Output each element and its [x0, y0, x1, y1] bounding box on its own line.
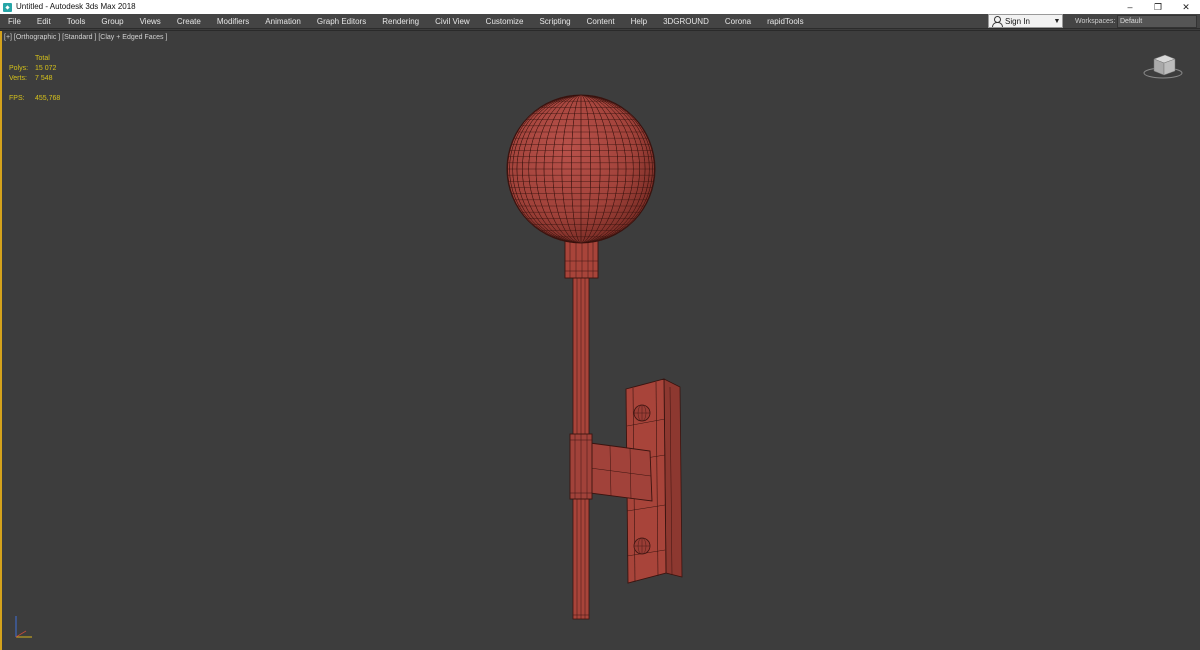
- minimize-button[interactable]: –: [1116, 0, 1144, 14]
- restore-button[interactable]: ❐: [1144, 0, 1172, 14]
- menu-item-rapidtools[interactable]: rapidTools: [759, 14, 811, 29]
- app-logo-icon: [3, 2, 12, 12]
- polys-label: Polys:: [9, 65, 29, 72]
- menu-item-file[interactable]: File: [0, 14, 29, 29]
- window-controls: – ❐ ✕: [1116, 0, 1200, 14]
- workspace-select[interactable]: Default: [1117, 15, 1197, 28]
- polys-value: 15 072: [35, 65, 57, 72]
- scene-statistics: Total Polys: 15 072 Verts: 7 548 FPS: 45…: [9, 54, 60, 104]
- lamp-globe: [506, 94, 656, 244]
- menu-item-create[interactable]: Create: [169, 14, 209, 29]
- wall-lamp-model[interactable]: [0, 31, 1200, 650]
- menu-item-views[interactable]: Views: [132, 14, 169, 29]
- menu-item-graph-editors[interactable]: Graph Editors: [309, 14, 374, 29]
- sign-in-label: Sign In: [1005, 16, 1030, 26]
- menu-item-group[interactable]: Group: [93, 14, 131, 29]
- menu-item-edit[interactable]: Edit: [29, 14, 59, 29]
- viewport-label[interactable]: [+] [Orthographic ] [Standard ] [Clay + …: [4, 34, 167, 41]
- menu-item-content[interactable]: Content: [579, 14, 623, 29]
- fps-label: FPS:: [9, 95, 25, 102]
- menu-item-scripting[interactable]: Scripting: [531, 14, 578, 29]
- sign-in-dropdown[interactable]: Sign In ▼: [988, 14, 1063, 28]
- verts-label: Verts:: [9, 75, 27, 82]
- menu-bar: File Edit Tools Group Views Create Modifiers An…: [0, 14, 1200, 29]
- orthographic-viewport[interactable]: [+] [Orthographic ] [Standard ] [Clay + …: [0, 30, 1200, 650]
- chevron-down-icon: ▼: [1053, 17, 1061, 25]
- viewcube-icon[interactable]: [1143, 51, 1183, 81]
- user-icon: [992, 16, 1003, 27]
- menu-item-customize[interactable]: Customize: [478, 14, 532, 29]
- menu-item-help[interactable]: Help: [623, 14, 655, 29]
- workspaces-label: Workspaces:: [1075, 18, 1116, 25]
- menu-item-rendering[interactable]: Rendering: [374, 14, 427, 29]
- stats-polys-row: Polys: 15 072: [9, 64, 60, 74]
- menu-item-modifiers[interactable]: Modifiers: [209, 14, 257, 29]
- menu-item-corona[interactable]: Corona: [717, 14, 759, 29]
- close-button[interactable]: ✕: [1172, 0, 1200, 14]
- axis-tripod-icon: [15, 616, 32, 638]
- menu-items: File Edit Tools Group Views Create Modifiers An…: [0, 14, 812, 29]
- lamp-socket: [564, 240, 599, 279]
- verts-value: 7 548: [35, 75, 53, 82]
- stats-verts-row: Verts: 7 548: [9, 74, 60, 84]
- fps-value: 455,768: [35, 95, 61, 102]
- bracket-arm: [589, 442, 653, 502]
- stats-header: Total: [35, 55, 50, 62]
- window-title: Untitled - Autodesk 3ds Max 2018: [16, 2, 136, 11]
- rod-collar: [569, 433, 593, 500]
- menu-item-civil-view[interactable]: Civil View: [427, 14, 478, 29]
- menu-item-3dground[interactable]: 3DGROUND: [655, 14, 717, 29]
- title-bar: Untitled - Autodesk 3ds Max 2018 – ❐ ✕: [0, 0, 1200, 14]
- app-window: Untitled - Autodesk 3ds Max 2018 – ❐ ✕ F…: [0, 0, 1200, 650]
- menu-item-animation[interactable]: Animation: [257, 14, 309, 29]
- menu-item-tools[interactable]: Tools: [59, 14, 94, 29]
- stats-fps-row: FPS: 455,768: [9, 94, 60, 104]
